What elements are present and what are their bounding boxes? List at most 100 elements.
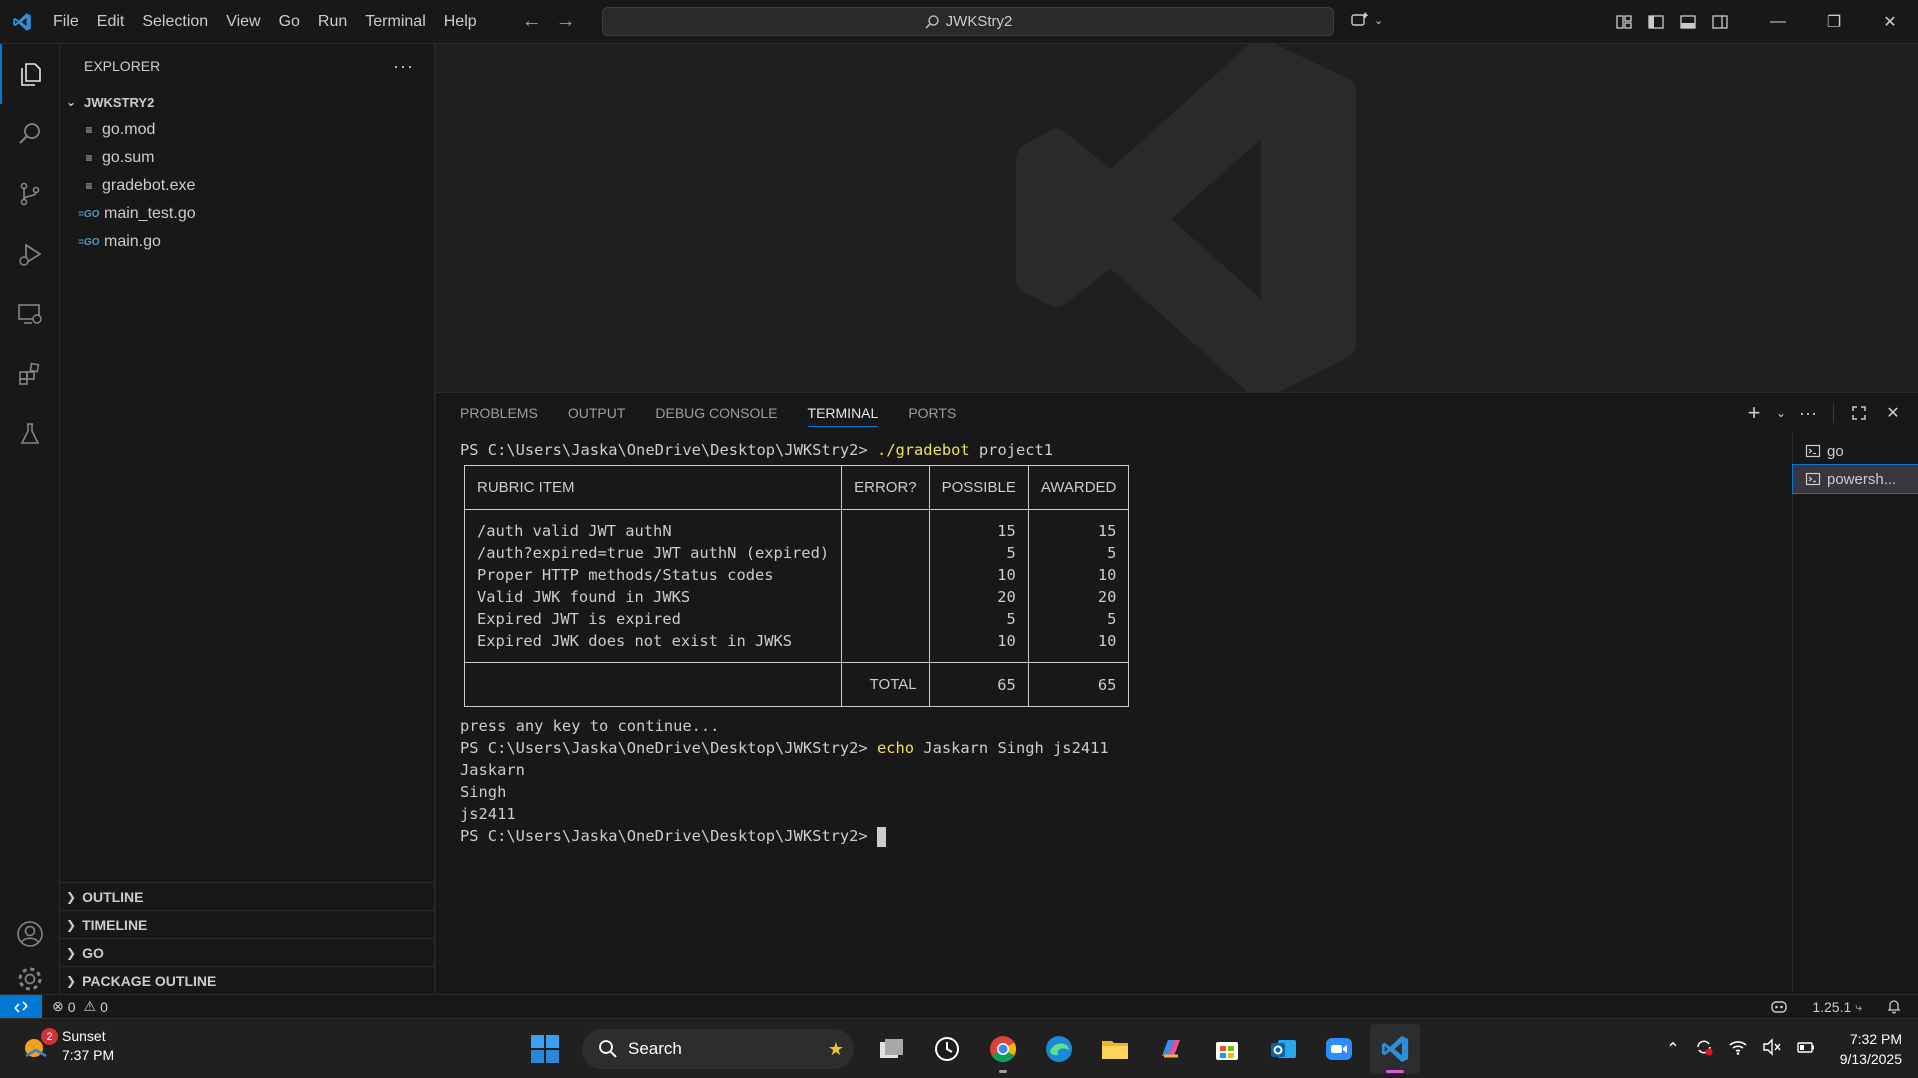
activity-extensions[interactable] bbox=[0, 344, 60, 404]
total-awarded: 65 bbox=[1027, 662, 1130, 707]
task-view-button[interactable] bbox=[866, 1024, 916, 1074]
section-timeline[interactable]: ❯ TIMELINE bbox=[60, 910, 435, 938]
more-actions-icon[interactable]: ··· bbox=[393, 56, 414, 77]
start-button[interactable] bbox=[520, 1024, 570, 1074]
terminal-tabs-list: go powersh... bbox=[1792, 431, 1918, 991]
menu-help[interactable]: Help bbox=[435, 0, 486, 44]
system-clock[interactable]: 7:32 PM 9/13/2025 bbox=[1840, 1029, 1902, 1069]
file-name: go.mod bbox=[102, 121, 156, 138]
minimize-icon: — bbox=[1770, 13, 1786, 30]
command-center[interactable]: JWKStry2 bbox=[602, 7, 1334, 36]
awarded-value: 10 bbox=[1097, 632, 1117, 650]
terminal-tab-powershell[interactable]: powersh... bbox=[1792, 464, 1918, 494]
command-args: Jaskarn Singh js2411 bbox=[914, 739, 1109, 757]
menu-go[interactable]: Go bbox=[270, 0, 309, 44]
awarded-value: 5 bbox=[1107, 610, 1117, 628]
awarded-value: 20 bbox=[1097, 588, 1117, 606]
terminal-line: PS C:\Users\Jaska\OneDrive\Desktop\JWKSt… bbox=[460, 439, 1760, 461]
folder-jwkstry2[interactable]: ⌄ JWKSTRY2 bbox=[60, 88, 434, 116]
maximize-panel-icon[interactable] bbox=[1844, 398, 1874, 428]
section-outline[interactable]: ❯ OUTLINE bbox=[60, 882, 435, 910]
tab-problems[interactable]: PROBLEMS bbox=[460, 393, 538, 433]
file-item[interactable]: =GO main.go bbox=[60, 228, 434, 256]
chevron-down-icon[interactable]: ⌄ bbox=[1773, 398, 1789, 428]
go-version-status[interactable]: 1.25.1 ⤷ bbox=[1812, 999, 1862, 1015]
close-button[interactable]: ✕ bbox=[1862, 0, 1918, 44]
menu-run[interactable]: Run bbox=[309, 0, 356, 44]
taskbar-app-store[interactable] bbox=[1202, 1024, 1252, 1074]
taskbar-app-chrome[interactable] bbox=[978, 1024, 1028, 1074]
terminal-tab-go[interactable]: go bbox=[1793, 437, 1918, 465]
forward-arrow-icon[interactable]: → bbox=[556, 10, 576, 33]
toggle-panel-button[interactable] bbox=[1672, 0, 1704, 44]
battery-icon[interactable] bbox=[1796, 1037, 1816, 1062]
copilot-button[interactable]: ⌄ bbox=[1350, 10, 1383, 30]
tab-output[interactable]: OUTPUT bbox=[568, 393, 626, 433]
error-value bbox=[854, 586, 917, 608]
file-item[interactable]: ≡ gradebot.exe bbox=[60, 172, 434, 200]
sync-icon[interactable] bbox=[1694, 1037, 1714, 1062]
volume-muted-icon[interactable] bbox=[1762, 1037, 1782, 1062]
activity-explorer[interactable] bbox=[0, 44, 60, 104]
wifi-icon[interactable] bbox=[1728, 1037, 1748, 1062]
terminal-line: press any key to continue... bbox=[460, 717, 720, 735]
activity-run-debug[interactable] bbox=[0, 224, 60, 284]
gear-icon bbox=[18, 967, 42, 991]
activity-source-control[interactable] bbox=[0, 164, 60, 224]
header-rubric-item: RUBRIC ITEM bbox=[463, 465, 843, 510]
taskbar-app-outlook[interactable] bbox=[1258, 1024, 1308, 1074]
terminal-output[interactable]: PS C:\Users\Jaska\OneDrive\Desktop\JWKSt… bbox=[460, 439, 1760, 979]
store-icon bbox=[1216, 1042, 1238, 1060]
menu-file[interactable]: File bbox=[44, 0, 88, 44]
toggle-secondary-sidebar-button[interactable] bbox=[1704, 0, 1736, 44]
copilot-status-icon[interactable] bbox=[1770, 998, 1788, 1017]
activity-search[interactable] bbox=[0, 104, 60, 164]
rubric-table: RUBRIC ITEM ERROR? POSSIBLE AWARDED /aut… bbox=[463, 465, 1130, 707]
tab-ports[interactable]: PORTS bbox=[908, 393, 956, 433]
file-item[interactable]: =GO main_test.go bbox=[60, 200, 434, 228]
activity-remote-explorer[interactable] bbox=[0, 284, 60, 344]
file-item[interactable]: ≡ go.sum bbox=[60, 144, 434, 172]
tab-debug-console[interactable]: DEBUG CONSOLE bbox=[655, 393, 777, 433]
activity-accounts[interactable] bbox=[0, 904, 60, 964]
notifications-bell-icon[interactable] bbox=[1886, 998, 1902, 1017]
taskbar-app-file-explorer[interactable] bbox=[1090, 1024, 1140, 1074]
section-label: OUTLINE bbox=[82, 888, 144, 905]
table-header-row: RUBRIC ITEM ERROR? POSSIBLE AWARDED bbox=[463, 465, 1130, 510]
menu-edit[interactable]: Edit bbox=[88, 0, 134, 44]
taskbar-app-clock[interactable] bbox=[922, 1024, 972, 1074]
chevron-up-icon[interactable]: ⌃ bbox=[1666, 1039, 1679, 1059]
command-args: project1 bbox=[969, 441, 1054, 459]
error-value bbox=[854, 608, 917, 630]
problems-indicator[interactable]: ⊗ 0 ⚠ 0 bbox=[52, 998, 108, 1015]
close-panel-icon[interactable]: ✕ bbox=[1878, 398, 1908, 428]
taskbar-app-zoom[interactable] bbox=[1314, 1024, 1364, 1074]
taskbar-app-copilot[interactable] bbox=[1146, 1024, 1196, 1074]
taskbar-app-vscode[interactable] bbox=[1370, 1024, 1420, 1074]
restore-button[interactable]: ❐ bbox=[1806, 0, 1862, 44]
section-package-outline[interactable]: ❯ PACKAGE OUTLINE bbox=[60, 966, 435, 994]
activity-manage[interactable] bbox=[0, 964, 60, 994]
weather-widget[interactable]: 2 Sunset 7:37 PM bbox=[20, 1027, 114, 1065]
taskbar-app-edge[interactable] bbox=[1034, 1024, 1084, 1074]
activity-testing[interactable] bbox=[0, 404, 60, 464]
possible-cell: 15 5 10 20 5 10 bbox=[928, 509, 1029, 663]
back-arrow-icon[interactable]: ← bbox=[522, 10, 542, 33]
customize-layout-button[interactable] bbox=[1608, 0, 1640, 44]
file-item[interactable]: ≡ go.mod bbox=[60, 116, 434, 144]
more-actions-icon[interactable]: ··· bbox=[1793, 398, 1823, 428]
section-go[interactable]: ❯ GO bbox=[60, 938, 435, 966]
menu-terminal[interactable]: Terminal bbox=[356, 0, 434, 44]
error-cell bbox=[841, 509, 930, 663]
menu-bar: File Edit Selection View Go Run Terminal… bbox=[44, 0, 486, 44]
tab-terminal[interactable]: TERMINAL bbox=[807, 393, 878, 433]
vscode-watermark-icon bbox=[1016, 44, 1356, 392]
menu-view[interactable]: View bbox=[217, 0, 269, 44]
terminal-tab-label: powersh... bbox=[1827, 470, 1897, 488]
new-terminal-icon[interactable]: + bbox=[1739, 398, 1769, 428]
taskbar-search[interactable]: Search ★ bbox=[582, 1029, 854, 1069]
toggle-sidebar-button[interactable] bbox=[1640, 0, 1672, 44]
minimize-button[interactable]: — bbox=[1750, 0, 1806, 44]
menu-selection[interactable]: Selection bbox=[133, 0, 217, 44]
remote-indicator[interactable] bbox=[0, 994, 42, 1019]
